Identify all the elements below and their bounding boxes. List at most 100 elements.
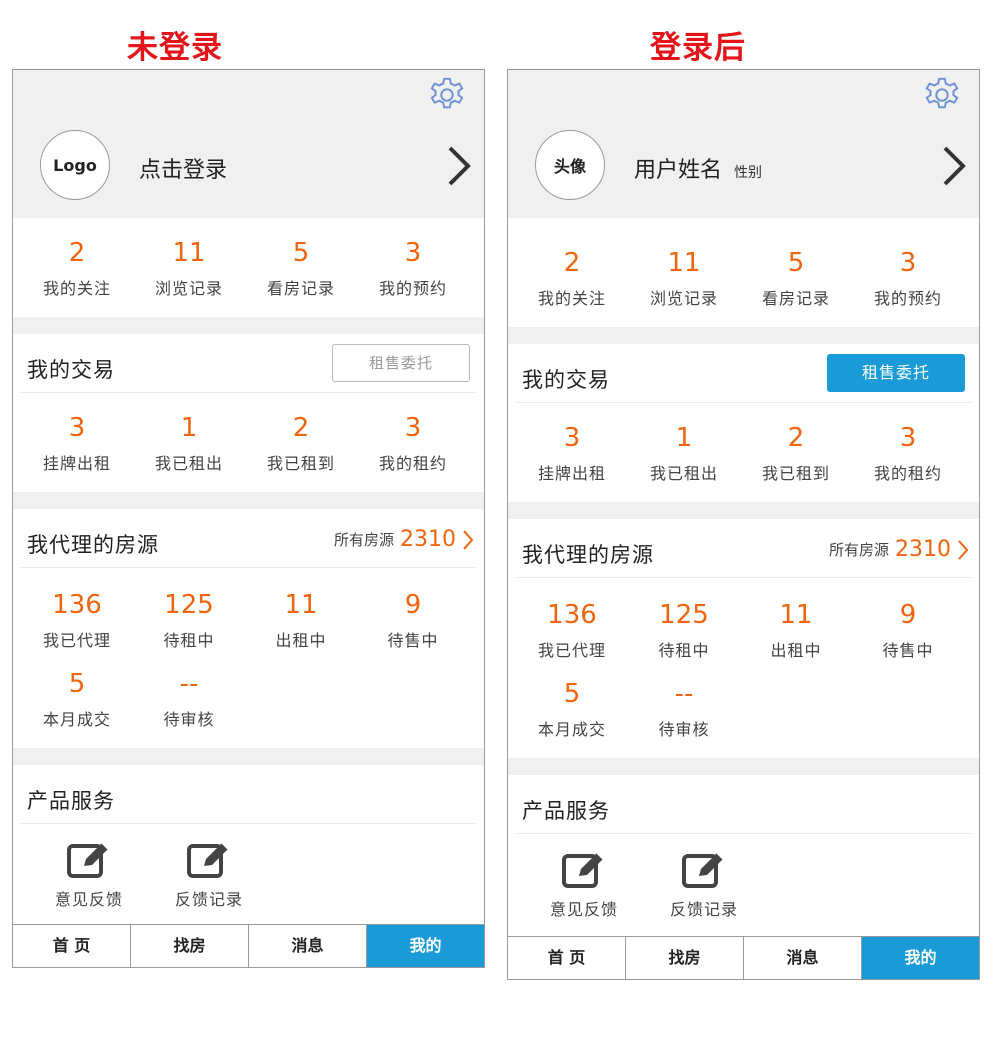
stat-leases[interactable]: 3 我的租约 [852,423,964,484]
stat-value: 136 [52,590,102,620]
chevron-right-icon [463,529,474,550]
stat-value: 1 [180,413,198,443]
stat-value: 9 [899,600,917,630]
stat-listed[interactable]: 3 挂牌出租 [21,413,133,474]
stat-rented-in[interactable]: 2 我已租到 [245,413,357,474]
tab-find-house[interactable]: 找房 [626,937,744,979]
stat-deals-month[interactable]: 5 本月成交 [516,679,628,740]
stat-label: 待审核 [658,720,710,739]
stat-value: 9 [404,590,422,620]
all-listings-label: 所有房源 [828,541,889,559]
stat-value: 1 [675,423,693,453]
stat-appointments[interactable]: 3 我的预约 [357,238,469,299]
stat-pending-review[interactable]: -- 待审核 [133,669,245,730]
edit-icon [562,852,604,888]
feedback-button[interactable]: 意见反馈 [524,850,644,920]
tab-home[interactable]: 首 页 [508,937,626,979]
stat-label: 浏览记录 [154,279,223,298]
rent-sale-entrust-button[interactable]: 租售委托 [332,344,470,382]
stat-value: 5 [292,238,310,268]
stat-history[interactable]: 11 浏览记录 [628,248,740,309]
stat-leases[interactable]: 3 我的租约 [357,413,469,474]
bottom-tab-bar: 首 页 找房 消息 我的 [13,924,484,967]
stat-label: 我已租到 [266,454,335,473]
stat-rented-out[interactable]: 1 我已租出 [133,413,245,474]
feedback-button[interactable]: 意见反馈 [29,840,149,910]
stat-agented[interactable]: 136 我已代理 [21,590,133,651]
stat-label: 我已代理 [42,631,111,650]
stat-label: 我的租约 [873,464,942,483]
stat-rented-out[interactable]: 1 我已租出 [628,423,740,484]
stat-agented[interactable]: 136 我已代理 [516,600,628,661]
trade-section: 我的交易 租售委托 3 挂牌出租 1 我已租出 2 我已租到 3 我的租约 [13,334,484,492]
all-listings-label: 所有房源 [333,531,394,549]
stat-to-sell[interactable]: 9 待售中 [357,590,469,651]
tab-messages[interactable]: 消息 [744,937,862,979]
services-section: 产品服务 意见反馈 反馈记录 [13,765,484,924]
stat-value: 3 [899,248,917,278]
tab-messages[interactable]: 消息 [249,925,367,967]
stat-label: 看房记录 [761,289,830,308]
profile-header: 头像 用户姓名 性别 [508,70,979,218]
stat-value: 11 [667,248,701,278]
gear-icon[interactable] [428,76,466,114]
stat-viewings[interactable]: 5 看房记录 [245,238,357,299]
stat-value: 11 [284,590,318,620]
stat-value: 2 [68,238,86,268]
chevron-right-icon [958,539,969,560]
service-label: 反馈记录 [669,900,738,919]
stat-value: 2 [787,423,805,453]
tab-me[interactable]: 我的 [367,925,484,967]
stat-label: 我已租出 [649,464,718,483]
tab-find-house[interactable]: 找房 [131,925,249,967]
overview-stats: 2 我的关注 11 浏览记录 5 看房记录 3 我的预约 [13,218,484,317]
feedback-history-button[interactable]: 反馈记录 [644,850,764,920]
user-info[interactable]: 用户姓名 性别 [634,152,762,184]
section-title: 我的交易 [522,368,610,392]
stat-deals-month[interactable]: 5 本月成交 [21,669,133,730]
stat-label: 待售中 [882,641,934,660]
stat-value: -- [674,679,694,709]
trade-section: 我的交易 租售委托 3 挂牌出租 1 我已租出 2 我已租到 3 我的租约 [508,344,979,502]
stat-appointments[interactable]: 3 我的预约 [852,248,964,309]
tab-home[interactable]: 首 页 [13,925,131,967]
login-prompt[interactable]: 点击登录 [139,152,239,184]
stat-to-rent[interactable]: 125 待租中 [628,600,740,661]
stat-renting[interactable]: 11 出租中 [245,590,357,651]
all-listings-link[interactable]: 所有房源 2310 [334,527,474,552]
chevron-right-icon[interactable] [941,144,967,188]
all-listings-count: 2310 [400,527,456,552]
agency-section: 我代理的房源 所有房源 2310 136 我已代理 125 待租中 11 出租中 9 待… [508,519,979,758]
stat-value: 125 [164,590,214,620]
stat-to-rent[interactable]: 125 待租中 [133,590,245,651]
feedback-history-button[interactable]: 反馈记录 [149,840,269,910]
user-name: 用户姓名 [634,158,723,183]
stat-rented-in[interactable]: 2 我已租到 [740,423,852,484]
stat-pending-review[interactable]: -- 待审核 [628,679,740,740]
stat-follows[interactable]: 2 我的关注 [516,248,628,309]
chevron-right-icon[interactable] [446,144,472,188]
stat-label: 我的租约 [378,454,447,473]
stat-label: 我的预约 [378,279,447,298]
section-title: 我的交易 [27,358,115,382]
stat-label: 待租中 [658,641,710,660]
stat-follows[interactable]: 2 我的关注 [21,238,133,299]
stat-listed[interactable]: 3 挂牌出租 [516,423,628,484]
gear-icon[interactable] [923,76,961,114]
service-label: 意见反馈 [549,900,618,919]
stat-history[interactable]: 11 浏览记录 [133,238,245,299]
stat-label: 我已代理 [537,641,606,660]
stat-renting[interactable]: 11 出租中 [740,600,852,661]
avatar[interactable]: 头像 [535,130,605,200]
avatar[interactable]: Logo [40,130,110,200]
all-listings-link[interactable]: 所有房源 2310 [829,537,969,562]
stat-viewings[interactable]: 5 看房记录 [740,248,852,309]
all-listings-count: 2310 [895,537,951,562]
stat-value: 5 [563,679,581,709]
rent-sale-entrust-button[interactable]: 租售委托 [827,354,965,392]
user-gender: 性别 [734,165,763,181]
stat-value: 11 [779,600,813,630]
section-title: 我代理的房源 [522,543,654,567]
tab-me[interactable]: 我的 [862,937,979,979]
stat-to-sell[interactable]: 9 待售中 [852,600,964,661]
